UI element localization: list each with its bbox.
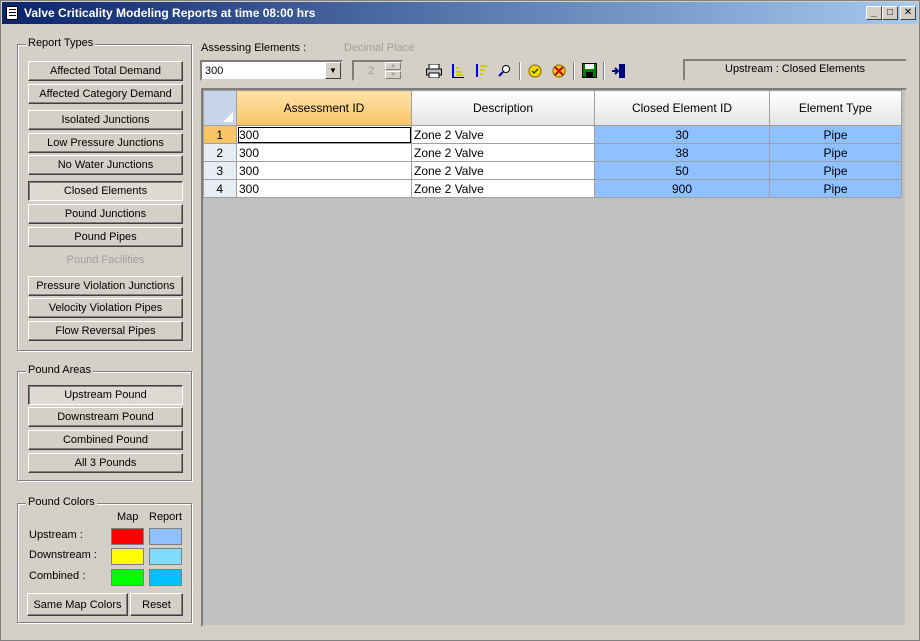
assessing-elements-label: Assessing Elements : <box>201 42 307 54</box>
closed-elements-button[interactable]: Closed Elements <box>28 181 183 201</box>
map-column-label: Map <box>117 511 139 523</box>
maximize-button[interactable]: □ <box>882 6 898 20</box>
column-header-description[interactable]: Description <box>411 90 595 126</box>
table-row[interactable]: 3 300 Zone 2 Valve 50 Pipe <box>203 161 902 180</box>
upstream-report-swatch[interactable] <box>149 528 182 545</box>
app-grid-icon <box>6 6 18 20</box>
all-3-pounds-button[interactable]: All 3 Pounds <box>28 453 183 473</box>
toolbar-separator <box>603 62 605 80</box>
table-row[interactable]: 2 300 Zone 2 Valve 38 Pipe <box>203 143 902 162</box>
decimal-place-value: 2 <box>368 65 375 77</box>
find-icon[interactable] <box>494 60 516 82</box>
affected-category-demand-button[interactable]: Affected Category Demand <box>28 84 183 104</box>
row-number[interactable]: 1 <box>203 125 237 144</box>
table-row[interactable]: 4 300 Zone 2 Valve 900 Pipe <box>203 179 902 198</box>
downstream-report-swatch[interactable] <box>149 548 182 565</box>
downstream-map-swatch[interactable] <box>111 548 144 565</box>
element-type-cell[interactable]: Pipe <box>769 143 902 162</box>
flow-reversal-pipes-button[interactable]: Flow Reversal Pipes <box>28 321 183 341</box>
minimize-button[interactable]: _ <box>866 6 882 20</box>
report-types-group: Report Types Affected Total Demand Affec… <box>17 37 192 351</box>
spin-down-icon: ▼ <box>385 71 401 79</box>
toolbar-separator <box>519 62 521 80</box>
description-cell[interactable]: Zone 2 Valve <box>411 161 595 180</box>
report-window: Valve Criticality Modeling Reports at ti… <box>0 0 920 641</box>
row-number[interactable]: 3 <box>203 161 237 180</box>
closed-element-id-cell[interactable]: 30 <box>594 125 770 144</box>
closed-element-id-cell[interactable]: 38 <box>594 143 770 162</box>
element-type-cell[interactable]: Pipe <box>769 179 902 198</box>
row-number[interactable]: 4 <box>203 179 237 198</box>
chevron-down-icon[interactable]: ▼ <box>325 62 341 79</box>
description-cell[interactable]: Zone 2 Valve <box>411 179 595 198</box>
table-row[interactable]: 1 300 Zone 2 Valve 30 Pipe <box>203 125 902 144</box>
decimal-place-stepper: 2 ▲ ▼ <box>352 60 403 81</box>
closed-element-id-cell[interactable]: 50 <box>594 161 770 180</box>
title-bar[interactable]: Valve Criticality Modeling Reports at ti… <box>2 2 918 24</box>
no-water-junctions-button[interactable]: No Water Junctions <box>28 155 183 175</box>
low-pressure-junctions-button[interactable]: Low Pressure Junctions <box>28 133 183 153</box>
combined-pound-button[interactable]: Combined Pound <box>28 430 183 450</box>
upstream-color-label: Upstream : <box>29 529 83 541</box>
save-icon[interactable] <box>578 60 600 82</box>
highlight-icon[interactable] <box>524 60 546 82</box>
velocity-violation-pipes-button[interactable]: Velocity Violation Pipes <box>28 298 183 318</box>
closed-element-id-cell[interactable]: 900 <box>594 179 770 198</box>
report-table[interactable]: Assessment ID Description Closed Element… <box>203 90 902 198</box>
downstream-pound-button[interactable]: Downstream Pound <box>28 407 183 427</box>
row-number[interactable]: 2 <box>203 143 237 162</box>
assessment-id-cell[interactable]: 300 <box>236 179 412 198</box>
report-grid[interactable]: Assessment ID Description Closed Element… <box>201 88 907 627</box>
description-cell[interactable]: Zone 2 Valve <box>411 125 595 144</box>
assessment-id-cell[interactable]: 300 <box>236 143 412 162</box>
pound-areas-legend: Pound Areas <box>26 364 93 376</box>
clear-highlight-icon[interactable] <box>548 60 570 82</box>
window-title: Valve Criticality Modeling Reports at ti… <box>24 6 316 20</box>
report-types-legend: Report Types <box>26 37 96 49</box>
reset-button[interactable]: Reset <box>130 593 183 616</box>
sort-descending-icon[interactable] <box>471 60 493 82</box>
spin-up-icon: ▲ <box>385 62 401 70</box>
description-cell[interactable]: Zone 2 Valve <box>411 143 595 162</box>
upstream-map-swatch[interactable] <box>111 528 144 545</box>
combined-color-label: Combined : <box>29 570 86 582</box>
pound-colors-group: Pound Colors Map Report Upstream : Downs… <box>17 496 192 623</box>
column-header-assessment-id[interactable]: Assessment ID <box>236 90 412 126</box>
element-type-cell[interactable]: Pipe <box>769 161 902 180</box>
pound-pipes-button[interactable]: Pound Pipes <box>28 227 183 247</box>
pressure-violation-junctions-button[interactable]: Pressure Violation Junctions <box>28 276 183 296</box>
element-type-cell[interactable]: Pipe <box>769 125 902 144</box>
decimal-place-label: Decimal Place <box>344 42 415 54</box>
combined-report-swatch[interactable] <box>149 569 182 586</box>
close-button[interactable]: ✕ <box>900 6 916 20</box>
table-header-row: Assessment ID Description Closed Element… <box>203 90 902 126</box>
pound-areas-group: Pound Areas Upstream Pound Downstream Po… <box>17 364 192 481</box>
sort-ascending-icon[interactable] <box>447 60 469 82</box>
assessing-elements-value: 300 <box>205 65 224 77</box>
report-column-label: Report <box>149 511 183 523</box>
exit-icon[interactable] <box>608 60 630 82</box>
column-header-closed-element-id[interactable]: Closed Element ID <box>594 90 770 126</box>
upstream-pound-button[interactable]: Upstream Pound <box>28 385 183 405</box>
combined-map-swatch[interactable] <box>111 569 144 586</box>
assessment-id-cell[interactable]: 300 <box>236 125 412 144</box>
pound-facilities-button: Pound Facilities <box>28 250 183 270</box>
assessing-elements-select[interactable]: 300 ▼ <box>200 60 343 81</box>
isolated-junctions-button[interactable]: Isolated Junctions <box>28 110 183 130</box>
pound-colors-legend: Pound Colors <box>26 496 97 508</box>
grid-corner[interactable] <box>203 90 237 126</box>
report-status-box: Upstream : Closed Elements <box>683 59 907 81</box>
column-header-element-type[interactable]: Element Type <box>769 90 902 126</box>
toolbar-separator <box>573 62 575 80</box>
pound-junctions-button[interactable]: Pound Junctions <box>28 204 183 224</box>
same-map-colors-button[interactable]: Same Map Colors <box>27 593 128 616</box>
assessment-id-cell[interactable]: 300 <box>236 161 412 180</box>
printer-icon[interactable] <box>423 60 445 82</box>
affected-total-demand-button[interactable]: Affected Total Demand <box>28 61 183 81</box>
downstream-color-label: Downstream : <box>29 549 97 561</box>
